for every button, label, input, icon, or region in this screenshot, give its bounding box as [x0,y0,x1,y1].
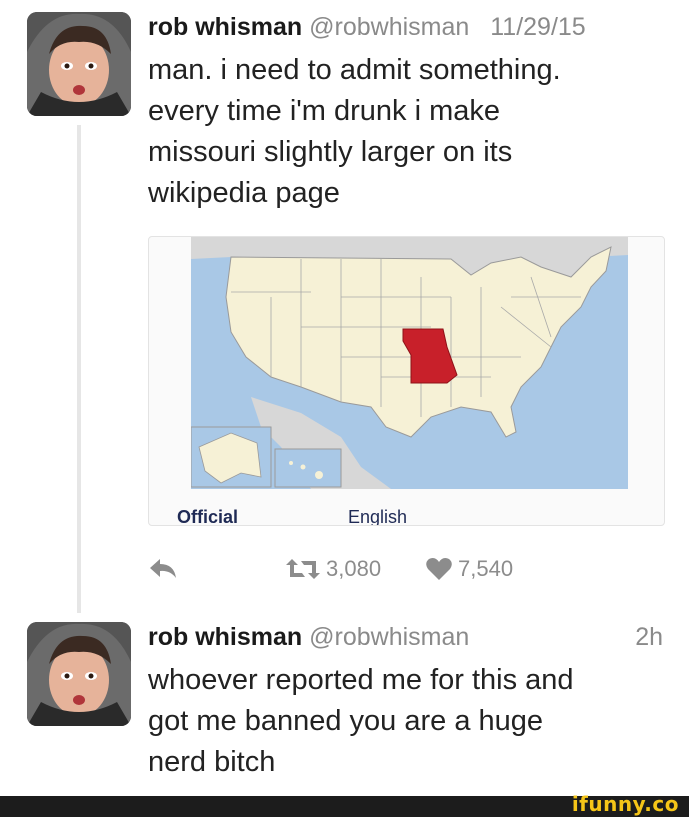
tweet-text: man. i need to admit something. every ti… [148,50,678,214]
ifunny-watermark: ifunny.co [571,792,679,816]
tweet-text-line: nerd bitch [148,746,276,778]
tweet-header: rob whisman @robwhisman 2h [148,622,663,652]
like-button[interactable]: 7,540 [426,556,513,582]
avatar-image [27,622,131,726]
timestamp[interactable]: 11/29/15 [490,13,585,41]
tweet-text-line: every time i'm drunk i make [148,95,501,127]
display-name[interactable]: rob whisman [148,13,302,41]
tweet-text-line: whoever reported me for this and [148,664,574,696]
avatar[interactable] [27,622,131,726]
avatar-image [27,12,131,116]
reply-icon [150,559,176,578]
tweet-text: whoever reported me for this and got me … [148,660,678,783]
tweet-text-line: missouri slightly larger on its [148,136,513,168]
tweet-1: rob whisman @robwhisman 11/29/15 man. i … [0,0,689,613]
tweet-text-line: wikipedia page [148,177,340,209]
retweet-icon [286,559,320,579]
tweet-2: rob whisman @robwhisman 2h whoever repor… [0,600,689,796]
media-card[interactable]: Official English [148,236,665,526]
user-handle[interactable]: @robwhisman [309,13,469,41]
tab-official[interactable]: Official [177,507,238,525]
avatar[interactable] [27,12,131,116]
tweet-text-line: got me banned you are a huge [148,705,544,737]
user-handle[interactable]: @robwhisman [309,623,469,651]
tweet-text-line: man. i need to admit something. [148,54,561,86]
retweet-count: 3,080 [326,556,382,581]
display-name[interactable]: rob whisman [148,623,302,651]
us-map-image [191,237,628,489]
tab-english[interactable]: English [348,507,407,525]
reply-button[interactable] [148,556,178,580]
tweet-header: rob whisman @robwhisman 11/29/15 [148,12,586,42]
like-count: 7,540 [458,556,514,581]
thread-connector-line [77,125,81,613]
retweet-button[interactable]: 3,080 [286,556,381,582]
heart-icon [426,558,452,580]
timestamp[interactable]: 2h [635,622,663,652]
watermark-bar: ifunny.co [0,792,689,817]
